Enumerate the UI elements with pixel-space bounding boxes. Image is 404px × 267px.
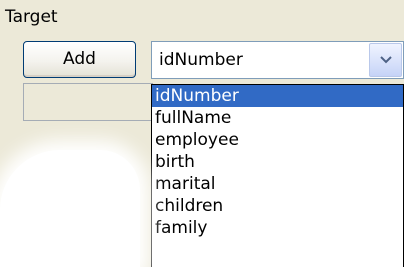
dropdown-item-family[interactable]: family	[152, 217, 403, 239]
field-select-value: idNumber	[159, 50, 243, 70]
dropdown-item-idnumber[interactable]: idNumber	[152, 85, 403, 107]
dropdown-item-children[interactable]: children	[152, 195, 403, 217]
dropdown-item-marital[interactable]: marital	[152, 173, 403, 195]
dropdown-item-birth[interactable]: birth	[152, 151, 403, 173]
disabled-input-field	[23, 83, 153, 121]
dropdown-arrow-button[interactable]	[369, 43, 402, 77]
dropdown-list[interactable]: idNumber fullName employee birth marital…	[151, 84, 404, 267]
field-select[interactable]: idNumber	[151, 41, 404, 79]
add-button[interactable]: Add	[23, 41, 136, 78]
group-title: Target	[5, 7, 58, 27]
redacted-area	[0, 150, 140, 267]
chevron-down-icon	[380, 56, 392, 64]
dropdown-item-fullname[interactable]: fullName	[152, 107, 403, 129]
dropdown-item-employee[interactable]: employee	[152, 129, 403, 151]
